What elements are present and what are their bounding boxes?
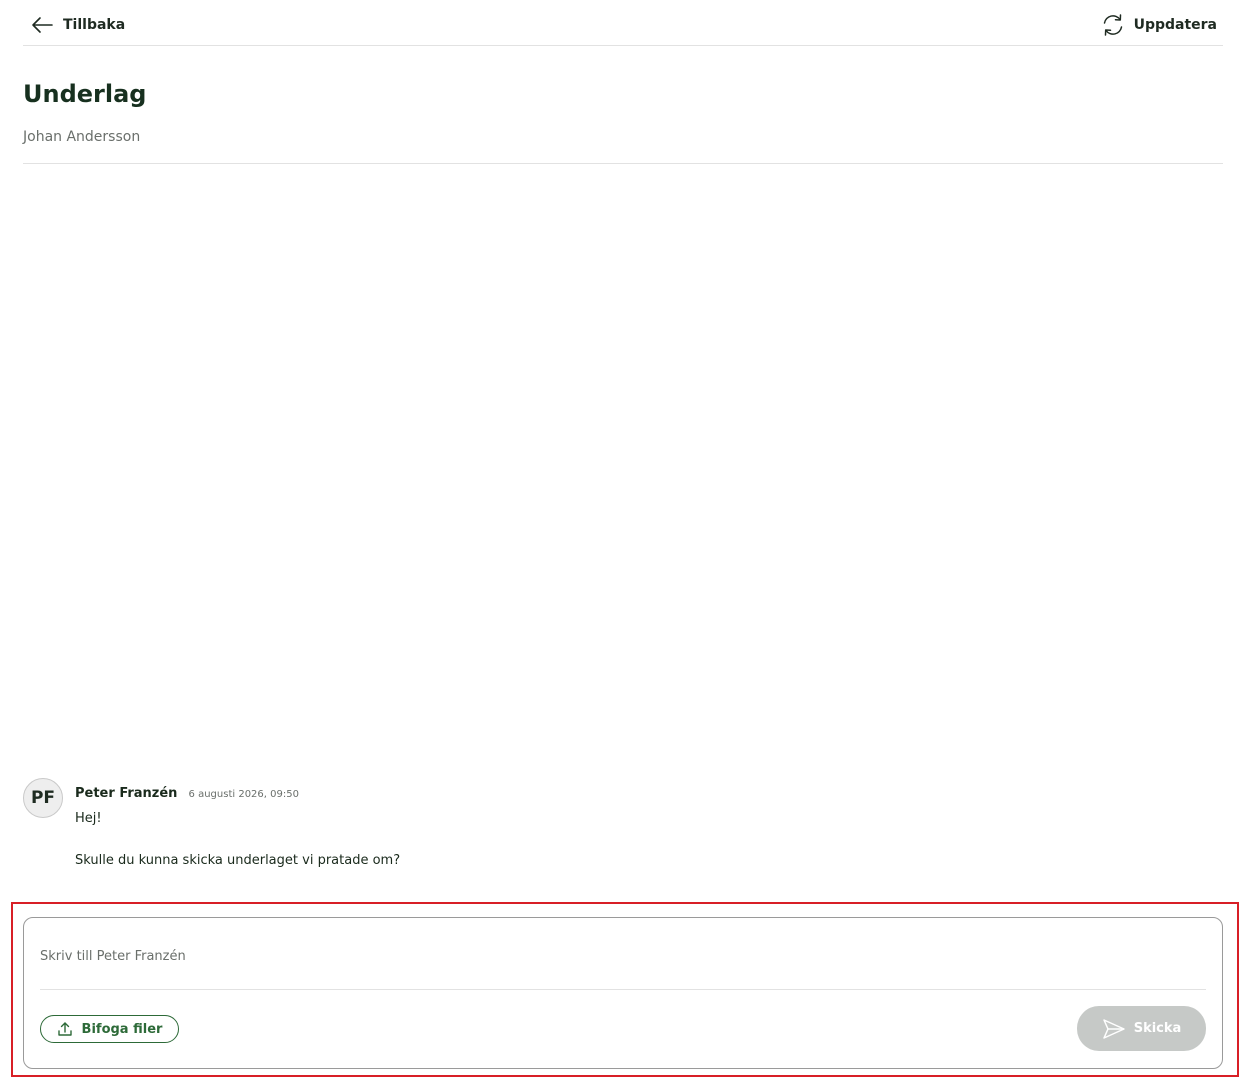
message-input[interactable] [40,936,1206,976]
refresh-button-label: Uppdatera [1133,17,1217,33]
message-text-line: Skulle du kunna skicka underlaget vi pra… [75,853,401,868]
refresh-icon [1100,12,1126,38]
message-text-line: Hej! [75,811,102,826]
refresh-button[interactable]: Uppdatera [1100,12,1217,38]
compose-divider [40,989,1206,990]
back-button[interactable]: Tillbaka [31,13,125,37]
upload-icon [57,1021,73,1037]
send-button-label: Skicka [1133,1021,1182,1036]
page-subtitle: Johan Andersson [23,129,141,145]
avatar: PF [23,778,63,818]
page-title: Underlag [23,80,147,108]
attach-files-button[interactable]: Bifoga filer [40,1015,179,1043]
compose-box: Bifoga filer Skicka [23,917,1223,1069]
top-bar: Tillbaka Uppdatera [23,0,1223,46]
send-icon [1102,1018,1126,1040]
message-header: Peter Franzén 6 augusti 2026, 09:50 [75,782,299,801]
attach-files-label: Bifoga filer [81,1021,163,1037]
page-header: Underlag Johan Andersson [23,46,1223,164]
message-sender: Peter Franzén [75,786,178,801]
compose-highlight: Bifoga filer Skicka [11,902,1239,1077]
back-button-label: Tillbaka [63,17,126,33]
arrow-left-icon [31,13,53,37]
message-timestamp: 6 augusti 2026, 09:50 [188,789,299,800]
send-button[interactable]: Skicka [1077,1006,1206,1051]
